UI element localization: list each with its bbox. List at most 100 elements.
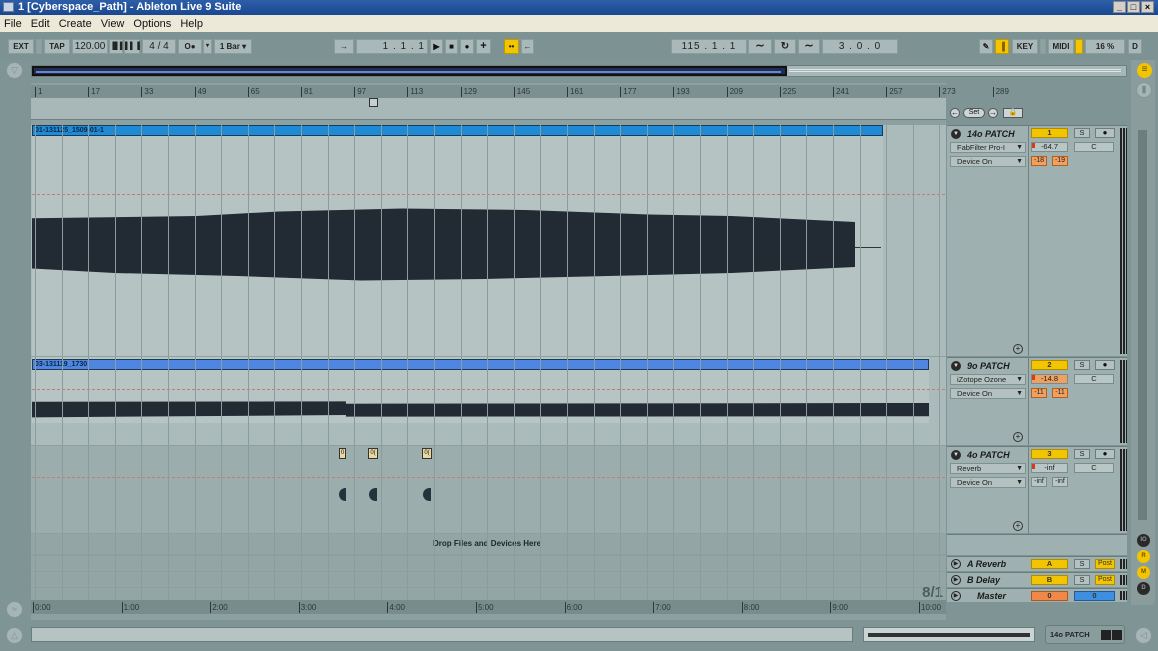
lock-icon[interactable]: 🔒 xyxy=(1003,108,1023,118)
return-track-b-name[interactable]: B Delay xyxy=(967,575,1000,585)
track-header-3[interactable]: ▼ 4o PATCH Reverb ▼ Device On ▼ + 3 S ● -i… xyxy=(947,446,1127,533)
returns-toggle[interactable]: R xyxy=(1137,550,1150,563)
tempo-field[interactable]: 120.00 xyxy=(72,39,108,54)
solo-button-2[interactable]: S xyxy=(1074,360,1090,370)
return-post-a[interactable]: Post xyxy=(1095,559,1115,569)
solo-button-3[interactable]: S xyxy=(1074,449,1090,459)
midi-map-button[interactable]: MIDI xyxy=(1048,39,1074,54)
device-state-chooser-1[interactable]: Device On ▼ xyxy=(950,156,1026,167)
metronome-dropdown[interactable]: ▾ xyxy=(203,39,212,54)
expand-automation-2-icon[interactable]: + xyxy=(1013,432,1023,442)
track-activator-1[interactable]: 1 xyxy=(1031,128,1068,138)
overview-selection[interactable] xyxy=(32,66,787,76)
return-solo-a[interactable]: S xyxy=(1074,559,1090,569)
locator-lane[interactable] xyxy=(31,98,946,120)
draw-mode-button[interactable]: ✎ xyxy=(979,39,993,54)
audio-clip-2-header[interactable]: 03-131119_1730 xyxy=(32,359,929,370)
expand-automation-1-icon[interactable]: + xyxy=(1013,344,1023,354)
master-track-name[interactable]: Master xyxy=(977,591,1006,601)
device-state-chooser-3[interactable]: Device On ▼ xyxy=(950,477,1026,488)
track-lane-1[interactable]: 01-131125_1509-01-1 xyxy=(31,125,946,356)
menu-options[interactable]: Options xyxy=(133,18,171,30)
track-name-1[interactable]: 14o PATCH xyxy=(967,129,1015,139)
fold-return-a-icon[interactable]: ▶ xyxy=(951,559,961,569)
mini-clip-3[interactable]: 0( xyxy=(422,448,432,459)
menu-view[interactable]: View xyxy=(101,18,125,30)
menu-file[interactable]: File xyxy=(4,18,22,30)
return-post-b[interactable]: Post xyxy=(1095,575,1115,585)
fold-track-1-icon[interactable]: ▼ xyxy=(951,129,961,139)
session-view-toggle-icon[interactable]: ⦀ xyxy=(1136,82,1152,98)
track-name-3[interactable]: 4o PATCH xyxy=(967,450,1010,460)
device-chooser-1[interactable]: FabFilter Pro-I ▼ xyxy=(950,142,1026,153)
overview-toggle-icon[interactable]: ▽ xyxy=(6,62,23,79)
set-locator-button[interactable]: Set xyxy=(963,108,985,118)
device-chooser-3[interactable]: Reverb ▼ xyxy=(950,463,1026,474)
overdub-button[interactable]: + xyxy=(476,39,491,54)
track-activator-3[interactable]: 3 xyxy=(1031,449,1068,459)
device-chooser-2[interactable]: iZotope Ozone ▼ xyxy=(950,374,1026,385)
return-solo-b[interactable]: S xyxy=(1074,575,1090,585)
pan-field-2[interactable]: C xyxy=(1074,374,1114,384)
stop-button[interactable]: ■ xyxy=(445,39,458,54)
fold-track-3-icon[interactable]: ▼ xyxy=(951,450,961,460)
time-ruler[interactable]: 0:00 1:00 2:00 3:00 4:00 5:00 6:00 7:00 8:00 9:00… xyxy=(31,600,946,614)
volume-field-1[interactable]: -64.7 xyxy=(1031,142,1068,152)
track-name-2[interactable]: 9o PATCH xyxy=(967,361,1010,371)
fold-return-b-icon[interactable]: ▶ xyxy=(951,575,961,585)
master-track[interactable]: ▶ Master 0 0 xyxy=(947,588,1127,602)
back-to-arrangement-button[interactable]: ← xyxy=(521,39,534,54)
close-button[interactable]: × xyxy=(1141,1,1154,13)
nudge-up-button[interactable]: ▌▌▐ xyxy=(124,39,140,54)
track-header-1[interactable]: ▼ 14o PATCH FabFilter Pro-I ▼ Device On ▼ … xyxy=(947,125,1127,356)
fold-master-icon[interactable]: ▶ xyxy=(951,591,961,601)
master-volume[interactable]: 0 xyxy=(1031,591,1068,601)
minimize-button[interactable]: _ xyxy=(1113,1,1126,13)
vertical-scrollbar[interactable] xyxy=(1138,130,1147,520)
record-button[interactable]: ● xyxy=(460,39,474,54)
drop-zone[interactable]: Drop Files and Devices Here xyxy=(31,534,946,554)
time-signature-field[interactable]: 4 / 4 xyxy=(142,39,176,54)
mini-clip-1[interactable]: 0 xyxy=(339,448,346,459)
loop-length-field[interactable]: 3 . 0 . 0 xyxy=(822,39,898,54)
punch-in-button[interactable]: ∼ xyxy=(748,39,772,54)
delay-toggle[interactable]: D xyxy=(1137,582,1150,595)
arm-button-2[interactable]: ● xyxy=(1095,360,1115,370)
volume-field-3[interactable]: -inf xyxy=(1031,463,1068,473)
maximize-button[interactable]: □ xyxy=(1127,1,1140,13)
track-activator-2[interactable]: 2 xyxy=(1031,360,1068,370)
arrangement-overview[interactable] xyxy=(31,65,1127,77)
menu-help[interactable]: Help xyxy=(180,18,203,30)
mixer-toggle[interactable]: M xyxy=(1137,566,1150,579)
song-position-field[interactable]: 1 . 1 . 1 xyxy=(356,39,428,54)
device-state-chooser-2[interactable]: Device On ▼ xyxy=(950,388,1026,399)
menu-edit[interactable]: Edit xyxy=(31,18,50,30)
return-lane-a[interactable] xyxy=(31,556,946,571)
fold-icon[interactable]: ≈ xyxy=(6,601,23,618)
arm-button-1[interactable]: ● xyxy=(1095,128,1115,138)
metronome-button[interactable]: O● xyxy=(178,39,202,54)
track-lane-2[interactable]: 03-131119_1730 xyxy=(31,357,946,445)
beat-time-ruler[interactable]: 1 17 33 49 65 81 97 113 129 145 161 177 193 209 225 241… xyxy=(31,85,1009,98)
follow-button[interactable]: → xyxy=(334,39,354,54)
return-track-a[interactable]: ▶ A Reverb A S Post xyxy=(947,556,1127,571)
return-track-b[interactable]: ▶ B Delay B S Post xyxy=(947,572,1127,587)
solo-button-1[interactable]: S xyxy=(1074,128,1090,138)
tap-tempo-button[interactable]: TAP xyxy=(44,39,70,54)
loop-brace-marker[interactable] xyxy=(369,98,378,107)
track-header-2[interactable]: ▼ 9o PATCH iZotope Ozone ▼ Device On ▼ + 2… xyxy=(947,357,1127,445)
expand-automation-3-icon[interactable]: + xyxy=(1013,521,1023,531)
key-map-button[interactable]: KEY xyxy=(1012,39,1038,54)
return-track-a-name[interactable]: A Reverb xyxy=(967,559,1006,569)
punch-out-button[interactable]: ∼ xyxy=(798,39,820,54)
menu-create[interactable]: Create xyxy=(59,18,92,30)
selected-track-indicator[interactable]: 14o PATCH xyxy=(1045,625,1125,644)
next-locator-icon[interactable]: → xyxy=(988,108,998,118)
arrangement-view-toggle-icon[interactable]: ≡ xyxy=(1137,63,1152,78)
automation-arm-button[interactable]: •• xyxy=(504,39,519,54)
pan-field-1[interactable]: C xyxy=(1074,142,1114,152)
pan-field-3[interactable]: C xyxy=(1074,463,1114,473)
io-toggle[interactable]: IO xyxy=(1137,534,1150,547)
detail-view-toggle-icon[interactable]: ◁ xyxy=(1135,627,1152,644)
loop-switch[interactable]: ↻ xyxy=(774,39,796,54)
